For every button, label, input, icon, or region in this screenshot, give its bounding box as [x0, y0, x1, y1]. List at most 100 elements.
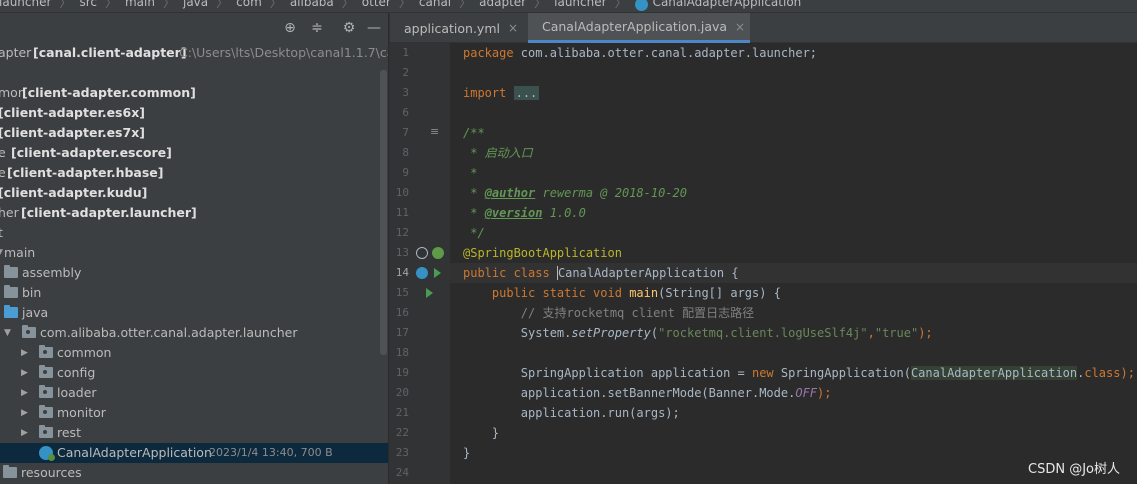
tree-item-rest-pkg[interactable]: ▶ rest: [0, 423, 388, 443]
line-number: 18: [395, 346, 409, 359]
tree-item-main[interactable]: ▼ main: [0, 243, 388, 263]
breadcrumb-item[interactable]: otter: [362, 0, 391, 9]
line-number: 12: [395, 226, 409, 239]
project-pane: ⊕ ≑ ⚙ — apter [canal.client-adapter] C:\…: [0, 13, 388, 484]
breadcrumb-separator: 〉: [459, 0, 472, 10]
tree-item-label: e: [0, 165, 6, 180]
gutter: 1 2 3 6 7 8 9 10 11 12 13 14 15 16 17 18…: [390, 43, 450, 484]
package-icon: [39, 425, 53, 438]
tree-item-label: e: [0, 145, 6, 160]
breadcrumb-item[interactable]: canal: [419, 0, 451, 9]
breadcrumb-item[interactable]: alibaba: [290, 0, 334, 9]
breadcrumb-item[interactable]: main: [125, 0, 155, 9]
project-toolbar: ⊕ ≑ ⚙ —: [0, 13, 388, 43]
tree-item-config-pkg[interactable]: ▶ config: [0, 363, 388, 383]
line-number: 23: [395, 446, 409, 459]
code-line-11: * @version 1.0.0: [463, 206, 586, 220]
close-icon[interactable]: ×: [508, 21, 518, 35]
breadcrumb-item[interactable]: src: [79, 0, 97, 9]
code-area[interactable]: package com.alibaba.otter.canal.adapter.…: [450, 43, 1137, 484]
editor-tabs: application.yml × CanalAdapterApplicatio…: [390, 13, 1137, 43]
tree-item-es6x[interactable]: [client-adapter.es6x]: [0, 103, 388, 123]
line-number: 10: [395, 186, 409, 199]
minimize-icon[interactable]: —: [366, 20, 382, 36]
tree-item-hbase[interactable]: e [client-adapter.hbase]: [0, 163, 388, 183]
collapse-all-icon[interactable]: ≑: [309, 20, 325, 36]
tree-item-package[interactable]: ▼ com.alibaba.otter.canal.adapter.launch…: [0, 323, 388, 343]
file-meta: 2023/1/4 13:40, 700 B: [209, 446, 333, 459]
tree-item-label: resources: [21, 465, 82, 480]
spring-config-icon[interactable]: [416, 267, 428, 279]
tree-item-label: com.alibaba.otter.canal.adapter.launcher: [40, 325, 298, 340]
code-line-21: application.run(args);: [463, 406, 680, 420]
run-icon[interactable]: [434, 268, 441, 278]
breadcrumb-item[interactable]: java: [183, 0, 208, 9]
tree-item-src[interactable]: t: [0, 223, 388, 243]
breadcrumb-item[interactable]: launcher: [554, 0, 606, 9]
watermark: CSDN @Jo树人: [1028, 462, 1120, 477]
code-line-20: application.setBannerMode(Banner.Mode.OF…: [463, 386, 832, 400]
collapsed-arrow-icon[interactable]: ▶: [21, 363, 31, 383]
line-number: 22: [395, 426, 409, 439]
breadcrumb: launcher 〉 src 〉 main 〉 java 〉 com 〉 alibaba 〉 otter…: [0, 0, 1137, 13]
tree-item-common[interactable]: mon [client-adapter.common]: [0, 83, 388, 103]
tree-item-common-pkg[interactable]: ▶ common: [0, 343, 388, 363]
tree-item-kudu[interactable]: [client-adapter.kudu]: [0, 183, 388, 203]
tree-item-label: CanalAdapterApplication: [57, 445, 212, 460]
package-icon: [39, 365, 53, 378]
collapsed-arrow-icon[interactable]: ▶: [21, 343, 31, 363]
close-icon[interactable]: ×: [735, 20, 745, 34]
tree-item-label: bin: [22, 285, 42, 300]
module-path: C:\Users\lts\Desktop\canal1.1.7\cana: [179, 45, 388, 60]
spring-bean-icon[interactable]: [416, 247, 428, 259]
gear-icon[interactable]: ⚙: [341, 20, 357, 36]
breadcrumb-item[interactable]: CanalAdapterApplication: [653, 0, 802, 9]
module-name: [canal.client-adapter]: [33, 45, 187, 60]
tree-item-java[interactable]: java: [0, 303, 388, 323]
line-number: 1: [402, 46, 409, 59]
tree-item-canal-adapter-application[interactable]: CanalAdapterApplication 2023/1/4 13:40, …: [0, 443, 388, 463]
project-scrollbar[interactable]: [380, 70, 387, 355]
code-line-7: /**: [463, 126, 485, 140]
breadcrumb-separator: 〉: [216, 0, 229, 10]
collapsed-arrow-icon[interactable]: ▶: [21, 403, 31, 423]
editor: application.yml × CanalAdapterApplicatio…: [389, 13, 1137, 484]
breadcrumb-item[interactable]: launcher: [0, 0, 51, 9]
collapsed-arrow-icon[interactable]: ▶: [21, 383, 31, 403]
tree-item-es7x[interactable]: [client-adapter.es7x]: [0, 123, 388, 143]
line-number: 7: [402, 126, 409, 139]
tree-item-bin[interactable]: bin: [0, 283, 388, 303]
tree-item-resources[interactable]: resources: [0, 463, 388, 483]
tree-item-launcher[interactable]: her [client-adapter.launcher]: [0, 203, 388, 223]
line-number: 14: [395, 266, 409, 279]
code-line-1: package com.alibaba.otter.canal.adapter.…: [463, 46, 818, 60]
code-line-14: public class CanalAdapterApplication {: [463, 266, 739, 280]
tree-item-assembly[interactable]: assembly: [0, 263, 388, 283]
tab-application-yml[interactable]: application.yml ×: [390, 13, 524, 43]
tab-label: CanalAdapterApplication.java: [542, 19, 728, 34]
code-line-16: // 支持rocketmq client 配置日志路径: [463, 306, 755, 320]
spring-boot-icon[interactable]: [432, 247, 444, 259]
breadcrumb-item[interactable]: com: [236, 0, 262, 9]
expanded-arrow-icon[interactable]: ▼: [4, 323, 14, 343]
tree-item-loader-pkg[interactable]: ▶ loader: [0, 383, 388, 403]
tree-item-monitor-pkg[interactable]: ▶ monitor: [0, 403, 388, 423]
code-line-15: public static void main(String[] args) {: [463, 286, 781, 300]
collapsed-arrow-icon[interactable]: ▶: [21, 423, 31, 443]
breadcrumb-item[interactable]: adapter: [479, 0, 526, 9]
resources-folder-icon: [3, 465, 17, 478]
module-name: [client-adapter.launcher]: [21, 205, 197, 220]
locate-icon[interactable]: ⊕: [282, 20, 298, 36]
breadcrumb-separator: 〉: [162, 0, 175, 10]
package-icon: [22, 325, 36, 338]
module-name: [client-adapter.es6x]: [0, 105, 145, 120]
tab-canal-adapter-application[interactable]: CanalAdapterApplication.java ×: [528, 13, 750, 43]
tree-item-label: assembly: [22, 265, 82, 280]
source-folder-icon: [4, 305, 18, 318]
module-name: [client-adapter.escore]: [11, 145, 172, 160]
tree-item-root[interactable]: apter [canal.client-adapter] C:\Users\lt…: [0, 43, 388, 63]
line-number: 2: [402, 66, 409, 79]
tree-item-escore[interactable]: e [client-adapter.escore]: [0, 143, 388, 163]
run-icon[interactable]: [426, 288, 433, 298]
doc-comment-toggle-icon[interactable]: ≡: [430, 125, 439, 138]
